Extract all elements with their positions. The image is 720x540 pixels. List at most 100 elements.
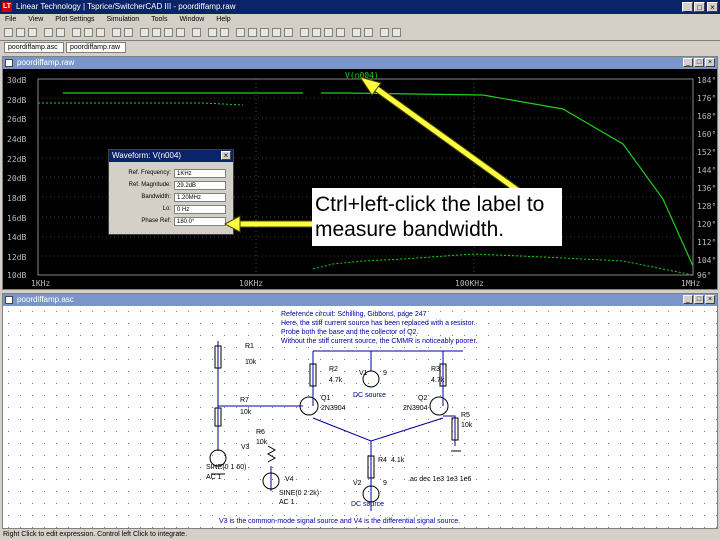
menu-window[interactable]: Window — [174, 14, 209, 26]
y-tick-right: 120° — [697, 220, 717, 229]
y-tick-left: 12dB — [7, 253, 27, 262]
zoom-in-icon[interactable] — [72, 28, 81, 37]
ref-magnitude-label: Ref. Magnitude: — [128, 182, 171, 188]
open-file-icon[interactable] — [16, 28, 25, 37]
redo-icon[interactable] — [336, 28, 345, 37]
schematic-comment[interactable]: Here, the stiff current source has been … — [281, 320, 475, 327]
mirror-icon[interactable] — [364, 28, 373, 37]
v3-ac: AC 1 — [206, 474, 222, 481]
diode-icon[interactable] — [272, 28, 281, 37]
menu-plot-settings[interactable]: Plot Settings — [50, 14, 99, 26]
y-tick-right: 176° — [697, 94, 717, 103]
tab-poordiffamp-raw[interactable]: poordiffamp.raw — [66, 42, 126, 53]
r2-value: 4.7k — [329, 377, 343, 384]
v4-value: SINE(0 2 2k) — [279, 490, 320, 497]
spice-directive-icon[interactable] — [392, 28, 401, 37]
schematic-comment[interactable]: Probe both the base and the collector of… — [281, 329, 418, 336]
waveform-minimize-button[interactable]: _ — [683, 58, 693, 67]
y-tick-left: 28dB — [7, 96, 27, 105]
halt-icon[interactable] — [56, 28, 65, 37]
component-icon[interactable] — [284, 28, 293, 37]
schematic-window[interactable]: poordiffamp.asc _ □ × Reference circuit:… — [2, 293, 718, 529]
dialog-row: Ref. Frequency: 1KHz — [113, 168, 231, 179]
trace-label[interactable]: V(n004) — [345, 71, 379, 80]
menu-tools[interactable]: Tools — [146, 14, 172, 26]
dialog-titlebar: Waveform: V(n004) × — [109, 150, 233, 162]
copy-icon[interactable] — [152, 28, 161, 37]
ac-directive[interactable]: .ac dec 1e3 1e3 1e6 — [408, 476, 471, 483]
menu-view[interactable]: View — [23, 14, 48, 26]
schematic-minimize-button[interactable]: _ — [683, 295, 693, 304]
find-icon[interactable] — [176, 28, 185, 37]
undo-icon[interactable] — [324, 28, 333, 37]
paste-icon[interactable] — [164, 28, 173, 37]
tile-icon[interactable] — [112, 28, 121, 37]
schematic-close-button[interactable]: × — [705, 295, 715, 304]
r1-label: R1 — [245, 343, 254, 350]
app-titlebar: LT Linear Technology | Tsprice/SwitcherC… — [0, 0, 720, 14]
schematic-footer-comment[interactable]: V3 is the common-mode signal source and … — [219, 518, 460, 525]
y-tick-left: 26dB — [7, 115, 27, 124]
schematic-comment[interactable]: Without the stiff current source, the CM… — [281, 338, 477, 345]
schematic-comment[interactable]: Reference circuit: Schilling, Gibbons, p… — [281, 311, 427, 318]
run-icon[interactable] — [44, 28, 53, 37]
tab-poordiffamp-asc[interactable]: poordiffamp.asc — [4, 42, 64, 53]
ref-frequency-field[interactable]: 1KHz — [174, 169, 226, 178]
schematic-maximize-button[interactable]: □ — [694, 295, 704, 304]
y-tick-left: 18dB — [7, 194, 27, 203]
bandwidth-field[interactable]: 1.20MHz — [174, 193, 226, 202]
r6-label: R6 — [256, 429, 265, 436]
y-tick-right: 112° — [697, 238, 717, 247]
q2-label: Q2 — [418, 395, 428, 402]
ref-magnitude-field[interactable]: 29.2dB — [174, 181, 226, 190]
r5-label: R5 — [461, 412, 470, 419]
y-tick-right: 160° — [697, 130, 717, 139]
waveform-maximize-button[interactable]: □ — [694, 58, 704, 67]
dialog-close-button[interactable]: × — [221, 151, 231, 160]
v2-label: V2 — [353, 480, 362, 487]
y-tick-left: 10dB — [7, 271, 27, 280]
x-tick: 100KHz — [455, 279, 484, 288]
x-tick: 1KHz — [31, 279, 51, 288]
resistor-icon[interactable] — [236, 28, 245, 37]
zoom-out-icon[interactable] — [84, 28, 93, 37]
zoom-fit-icon[interactable] — [96, 28, 105, 37]
tab-label: poordiffamp.raw — [70, 44, 121, 51]
print-icon[interactable] — [192, 28, 201, 37]
wire-icon[interactable] — [208, 28, 217, 37]
save-icon[interactable] — [28, 28, 37, 37]
waveform-measure-dialog[interactable]: Waveform: V(n004) × Ref. Frequency: 1KHz… — [108, 149, 234, 235]
drag-icon[interactable] — [312, 28, 321, 37]
toolbar — [0, 26, 720, 41]
menu-simulation[interactable]: Simulation — [102, 14, 145, 26]
capacitor-icon[interactable] — [248, 28, 257, 37]
maximize-button[interactable]: □ — [694, 2, 705, 12]
cut-icon[interactable] — [140, 28, 149, 37]
text-icon[interactable] — [380, 28, 389, 37]
waveform-close-button[interactable]: × — [705, 58, 715, 67]
minimize-button[interactable]: _ — [682, 2, 693, 12]
inductor-icon[interactable] — [260, 28, 269, 37]
menu-file[interactable]: File — [0, 14, 21, 26]
dialog-row: Ref. Magnitude: 29.2dB — [113, 180, 231, 191]
waveform-window-icon — [5, 59, 13, 67]
move-icon[interactable] — [300, 28, 309, 37]
y-tick-left: 16dB — [7, 214, 27, 223]
cascade-icon[interactable] — [124, 28, 133, 37]
menu-bar: File View Plot Settings Simulation Tools… — [0, 14, 720, 26]
v3-label: V3 — [241, 444, 250, 451]
lo-label: Lo: — [162, 206, 171, 212]
v1-label: V1 — [359, 370, 368, 377]
y-tick-left: 30dB — [7, 76, 27, 85]
rotate-icon[interactable] — [352, 28, 361, 37]
tab-label: poordiffamp.asc — [8, 44, 58, 51]
y-tick-right: 136° — [697, 184, 717, 193]
ground-icon[interactable] — [220, 28, 229, 37]
new-file-icon[interactable] — [4, 28, 13, 37]
v1-value: 9 — [383, 370, 387, 377]
y-tick-left: 24dB — [7, 135, 27, 144]
menu-help[interactable]: Help — [211, 14, 235, 26]
close-button[interactable]: × — [707, 2, 718, 12]
lo-field[interactable]: 0 Hz — [174, 205, 226, 214]
phase-ref-field[interactable]: 180.0° — [174, 217, 226, 226]
